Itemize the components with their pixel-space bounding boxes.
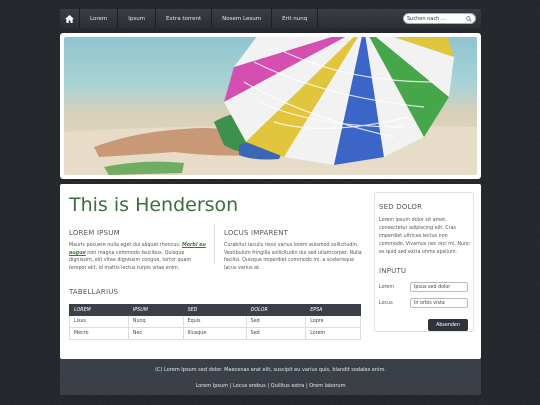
data-table: LOREM IPSUM SED DOLOR EPSA Lisus Nunq Eq… bbox=[69, 304, 361, 340]
table-cell: Sed bbox=[245, 315, 307, 328]
nav-item-erit-nunq[interactable]: Erit nunq bbox=[272, 9, 319, 28]
table-cell: Lisus bbox=[69, 315, 129, 328]
field-label-locus: Locus bbox=[379, 301, 393, 306]
home-button[interactable] bbox=[60, 9, 80, 28]
col2-heading: LOCUS IMPARENT bbox=[224, 229, 289, 237]
submit-button[interactable]: Absenden bbox=[428, 319, 468, 331]
hero-banner bbox=[60, 33, 481, 179]
table-cell: Lorem bbox=[305, 327, 361, 340]
sidebar-text: Lorem ipsum dolor sit amet, consectetur … bbox=[379, 218, 470, 255]
lorem-input[interactable]: Ipsus sed dolor bbox=[410, 282, 468, 292]
table-cell: Lopre bbox=[305, 315, 361, 328]
col1-text-before: Mauris posuere nulla eget dui aliquet rh… bbox=[69, 243, 182, 248]
table-row: Mecro Nec Illusque Sed Lorem bbox=[69, 327, 361, 340]
top-nav: Lorem Ipsum Extra torrent Nosem Lesum Er… bbox=[60, 9, 481, 28]
table-cell: Nunq bbox=[127, 315, 184, 328]
footer-link-orem-laborum[interactable]: Orem laborum bbox=[309, 383, 345, 389]
nav-item-lorem[interactable]: Lorem bbox=[80, 9, 119, 28]
home-icon bbox=[65, 14, 74, 23]
table-header-cell: LOREM bbox=[69, 304, 129, 316]
column-divider bbox=[214, 224, 215, 264]
table-header-cell: DOLOR bbox=[245, 304, 307, 316]
table-row: Lisus Nunq Equis Sed Lopre bbox=[69, 315, 361, 328]
sidebar-box: SED DOLOR Lorem ipsum dolor sit amet, co… bbox=[374, 192, 474, 332]
page-title: This is Henderson bbox=[69, 194, 239, 216]
footer-link-locus-erebus[interactable]: Locus erebus bbox=[233, 383, 266, 389]
field-label-lorem: Lorem bbox=[379, 285, 395, 290]
col1-text: Mauris posuere nulla eget dui aliquet rh… bbox=[69, 242, 209, 272]
footer-link-lorem-ipsum[interactable]: Lorem Ipsum bbox=[196, 383, 229, 389]
col1-heading: LOREM IPSUM bbox=[69, 229, 120, 237]
col2-text: Curabitur iaculis risus varius lorem eui… bbox=[224, 243, 362, 271]
table-cell: Illusque bbox=[182, 327, 247, 340]
hero-beach-umbrella-image bbox=[64, 37, 477, 175]
main-content: This is Henderson LOREM IPSUM Mauris pos… bbox=[60, 184, 481, 359]
footer-link-quilitus-extra[interactable]: Quilitus extra bbox=[271, 383, 305, 389]
col1-text-after: non magna commodo faucibus. Quisque dign… bbox=[69, 250, 192, 271]
footer-copyright: (C) Lorem Ipsum sed dolor. Maecenas erat… bbox=[155, 367, 386, 373]
footer-links: Lorem Ipsum | Locus erebus | Quilitus ex… bbox=[60, 383, 481, 389]
table-cell: Equis bbox=[182, 315, 247, 328]
locus-input[interactable]: In orbis vista bbox=[410, 298, 468, 308]
table-header-cell: IPSUM bbox=[127, 304, 184, 316]
footer: (C) Lorem Ipsum sed dolor. Maecenas erat… bbox=[60, 359, 481, 395]
search-icon[interactable] bbox=[466, 15, 472, 22]
search-input[interactable]: Suchen nach ... bbox=[403, 13, 476, 24]
table-cell: Mecro bbox=[69, 327, 129, 340]
nav-item-nosem-lesum[interactable]: Nosem Lesum bbox=[212, 9, 273, 28]
table-header-row: LOREM IPSUM SED DOLOR EPSA bbox=[69, 304, 361, 316]
table-cell: Sed bbox=[245, 327, 307, 340]
table-header-cell: SED bbox=[182, 304, 247, 316]
sidebar-heading-sed-dolor: SED DOLOR bbox=[379, 203, 423, 211]
nav-item-ipsum[interactable]: Ipsum bbox=[118, 9, 157, 28]
sidebar-heading-inputu: INPUTU bbox=[379, 267, 407, 275]
table-heading: TABELLARIUS bbox=[69, 288, 119, 296]
table-header-cell: EPSA bbox=[305, 304, 361, 316]
search-placeholder: Suchen nach ... bbox=[407, 15, 446, 22]
nav-item-extra-torrent[interactable]: Extra torrent bbox=[156, 9, 213, 28]
table-cell: Nec bbox=[127, 327, 184, 340]
